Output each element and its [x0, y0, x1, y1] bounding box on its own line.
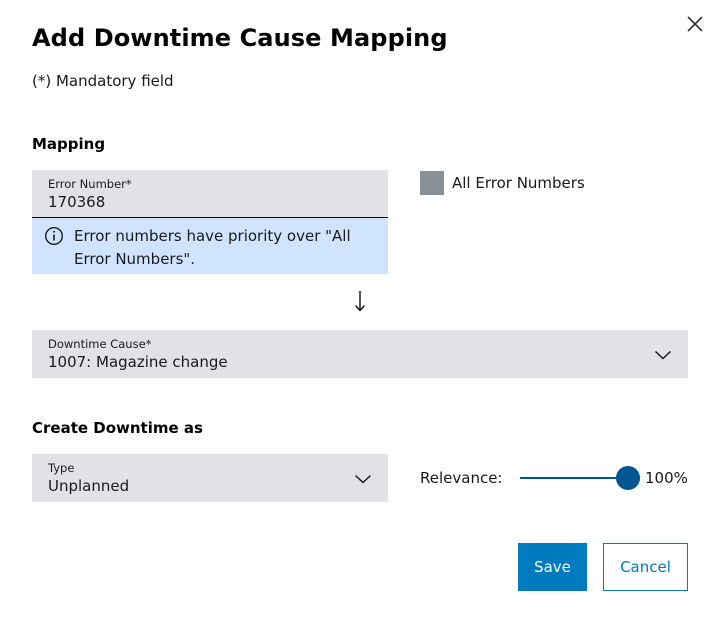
arrow-down-icon	[354, 291, 366, 312]
type-label: Type	[48, 461, 75, 475]
close-icon[interactable]	[684, 13, 706, 35]
slider-thumb[interactable]	[616, 466, 640, 490]
info-icon	[44, 226, 64, 246]
error-number-label: Error Number*	[48, 177, 132, 191]
create-downtime-heading: Create Downtime as	[32, 419, 203, 437]
relevance-value: 100%	[645, 469, 688, 487]
all-error-numbers-checkbox[interactable]: All Error Numbers	[420, 171, 585, 195]
cancel-button[interactable]: Cancel	[603, 543, 688, 591]
all-error-numbers-label: All Error Numbers	[452, 174, 585, 192]
downtime-cause-label: Downtime Cause*	[48, 337, 152, 351]
chevron-down-icon[interactable]	[354, 470, 372, 488]
downtime-cause-select[interactable]: Downtime Cause* 1007: Magazine change	[32, 330, 688, 378]
downtime-cause-value: 1007: Magazine change	[48, 353, 228, 371]
info-message: Error numbers have priority over "All Er…	[32, 218, 388, 274]
relevance-slider[interactable]	[520, 466, 640, 490]
info-text: Error numbers have priority over "All Er…	[74, 227, 351, 268]
mapping-heading: Mapping	[32, 135, 106, 153]
dialog-title: Add Downtime Cause Mapping	[32, 24, 448, 52]
add-downtime-cause-dialog: Add Downtime Cause Mapping (*) Mandatory…	[0, 0, 720, 623]
type-select[interactable]: Type Unplanned	[32, 454, 388, 502]
checkbox-box[interactable]	[420, 171, 444, 195]
relevance-label: Relevance:	[420, 469, 503, 487]
chevron-down-icon[interactable]	[654, 346, 672, 364]
error-number-value[interactable]: 170368	[48, 193, 105, 211]
save-button[interactable]: Save	[518, 543, 587, 591]
type-value: Unplanned	[48, 477, 130, 495]
mandatory-note: (*) Mandatory field	[32, 72, 174, 90]
error-number-field[interactable]: Error Number* 170368	[32, 170, 388, 218]
